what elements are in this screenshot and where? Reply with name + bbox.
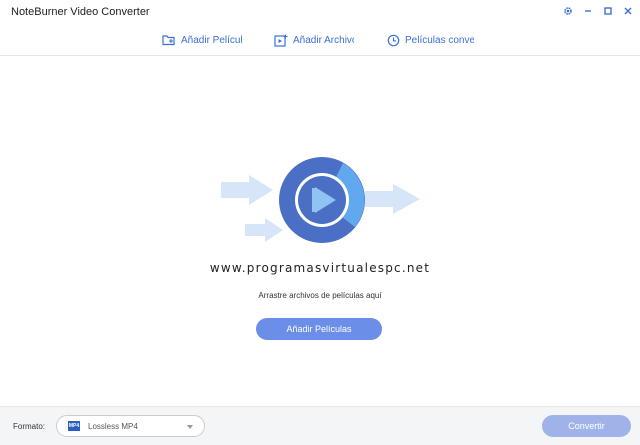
mp4-format-icon: MP4 bbox=[68, 421, 80, 431]
video-convert-illustration bbox=[221, 157, 420, 243]
settings-icon[interactable] bbox=[562, 4, 574, 18]
add-file-label: Añadir Archivc bbox=[293, 34, 354, 46]
format-label: Formato: bbox=[13, 422, 46, 431]
minimize-icon[interactable] bbox=[582, 4, 594, 18]
clock-icon bbox=[386, 33, 400, 47]
toolbar: Añadir Películ Añadir Archivc Películas … bbox=[0, 24, 640, 56]
add-file-button[interactable]: Añadir Archivc bbox=[274, 30, 354, 50]
converted-movies-button[interactable]: Películas converti bbox=[386, 30, 474, 50]
window-controls bbox=[562, 4, 634, 18]
drop-zone[interactable]: www.programasvirtualespc.net Arrastre ar… bbox=[0, 57, 640, 406]
format-select[interactable]: MP4 Lossless MP4 bbox=[56, 415, 205, 437]
add-movies-main-button[interactable]: Añadir Películas bbox=[256, 318, 382, 340]
app-title: NoteBurner Video Converter bbox=[11, 6, 150, 18]
convert-button[interactable]: Convertir bbox=[542, 415, 631, 437]
outgoing-arrow-icon bbox=[365, 184, 420, 214]
maximize-icon[interactable] bbox=[602, 4, 614, 18]
converted-movies-label: Películas converti bbox=[405, 34, 474, 46]
footer-bar: Formato: MP4 Lossless MP4 Convertir bbox=[0, 406, 640, 445]
incoming-arrow-icon bbox=[221, 175, 273, 205]
chevron-down-icon bbox=[187, 425, 193, 429]
add-movies-label: Añadir Películ bbox=[181, 34, 242, 46]
format-value: Lossless MP4 bbox=[88, 421, 138, 431]
video-file-add-icon bbox=[274, 33, 288, 47]
add-movies-button[interactable]: Añadir Películ bbox=[162, 30, 242, 50]
watermark-text: www.programasvirtualespc.net bbox=[209, 261, 431, 275]
close-icon[interactable] bbox=[622, 4, 634, 18]
drop-hint-text: Arrastre archivos de películas aquí bbox=[258, 291, 382, 300]
folder-add-icon bbox=[162, 33, 176, 47]
incoming-arrow-small-icon bbox=[245, 218, 283, 242]
title-bar: NoteBurner Video Converter bbox=[0, 0, 640, 24]
play-disc-icon bbox=[279, 157, 365, 243]
